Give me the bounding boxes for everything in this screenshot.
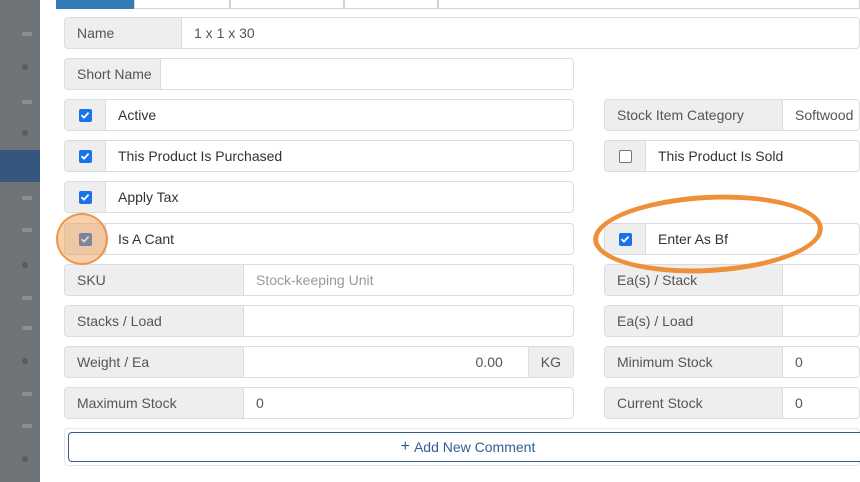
sku-input[interactable]: Stock-keeping Unit xyxy=(243,265,573,295)
maximum-stock-group: Maximum Stock 0 xyxy=(64,387,574,419)
sidebar-mark xyxy=(22,326,32,330)
add-comment-button[interactable]: + Add New Comment xyxy=(68,432,860,462)
tab[interactable] xyxy=(134,0,230,9)
is-a-cant-label: Is A Cant xyxy=(105,224,573,254)
weight-ea-label: Weight / Ea xyxy=(65,347,243,377)
purchased-group: This Product Is Purchased xyxy=(64,140,574,172)
sidebar-mark xyxy=(22,392,32,396)
add-comment-label: Add New Comment xyxy=(413,439,536,455)
weight-ea-input[interactable]: 0.00 xyxy=(243,347,528,377)
sidebar-dot xyxy=(22,130,28,136)
stock-item-category-label: Stock Item Category xyxy=(605,100,782,130)
current-stock-label: Current Stock xyxy=(605,388,782,418)
tab[interactable] xyxy=(230,0,344,9)
sidebar-mark xyxy=(22,32,32,36)
minimum-stock-group: Minimum Stock 0 xyxy=(604,346,860,378)
stacks-load-label: Stacks / Load xyxy=(65,306,243,336)
sold-checkbox-cell xyxy=(605,141,645,171)
purchased-label: This Product Is Purchased xyxy=(105,141,573,171)
sidebar-mark xyxy=(22,100,32,104)
current-stock-group: Current Stock 0 xyxy=(604,387,860,419)
stock-item-category-select[interactable]: Softwood xyxy=(782,100,859,130)
active-label: Active xyxy=(105,100,573,130)
sidebar-mark xyxy=(22,228,32,232)
stock-item-category-group: Stock Item Category Softwood xyxy=(604,99,860,131)
apply-tax-checkbox-cell xyxy=(65,182,105,212)
short-name-group: Short Name xyxy=(64,58,574,90)
eas-load-input[interactable] xyxy=(782,306,859,336)
sold-label: This Product Is Sold xyxy=(645,141,859,171)
sidebar xyxy=(0,0,40,482)
short-name-label: Short Name xyxy=(65,59,160,89)
tab-strip xyxy=(40,0,860,9)
sidebar-item-active[interactable] xyxy=(0,150,40,182)
tab[interactable] xyxy=(344,0,438,9)
sidebar-dot xyxy=(22,262,28,268)
highlight-circle xyxy=(56,213,108,265)
stacks-load-group: Stacks / Load xyxy=(64,305,574,337)
current-stock-value: 0 xyxy=(782,388,859,418)
sku-label: SKU xyxy=(65,265,243,295)
stacks-load-input[interactable] xyxy=(243,306,573,336)
is-a-cant-group: Is A Cant xyxy=(64,223,574,255)
purchased-checkbox-cell xyxy=(65,141,105,171)
weight-ea-group: Weight / Ea 0.00 KG xyxy=(64,346,574,378)
plus-icon: + xyxy=(400,438,410,455)
eas-load-label: Ea(s) / Load xyxy=(605,306,782,336)
purchased-checkbox[interactable] xyxy=(78,149,92,163)
sidebar-mark xyxy=(22,196,32,200)
sku-group: SKU Stock-keeping Unit xyxy=(64,264,574,296)
product-form: Name 1 x 1 x 30 Short Name Active This P… xyxy=(40,0,860,482)
sidebar-dot xyxy=(22,456,28,462)
tab-active[interactable] xyxy=(56,0,134,9)
minimum-stock-label: Minimum Stock xyxy=(605,347,782,377)
weight-unit-label: KG xyxy=(527,347,573,377)
apply-tax-label: Apply Tax xyxy=(105,182,573,212)
maximum-stock-label: Maximum Stock xyxy=(65,388,243,418)
eas-load-group: Ea(s) / Load xyxy=(604,305,860,337)
sold-checkbox[interactable] xyxy=(618,149,632,163)
active-checkbox-cell xyxy=(65,100,105,130)
tab[interactable] xyxy=(438,0,860,9)
sidebar-dot xyxy=(22,358,28,364)
sidebar-mark xyxy=(22,424,32,428)
apply-tax-checkbox[interactable] xyxy=(78,190,92,204)
minimum-stock-input[interactable]: 0 xyxy=(782,347,859,377)
active-group: Active xyxy=(64,99,574,131)
sold-group: This Product Is Sold xyxy=(604,140,860,172)
name-group: Name 1 x 1 x 30 xyxy=(64,17,860,49)
eas-stack-input[interactable] xyxy=(782,265,859,295)
maximum-stock-input[interactable]: 0 xyxy=(243,388,573,418)
name-input[interactable]: 1 x 1 x 30 xyxy=(181,18,859,48)
name-label: Name xyxy=(65,18,181,48)
active-checkbox[interactable] xyxy=(78,108,92,122)
sidebar-dot xyxy=(22,64,28,70)
apply-tax-group: Apply Tax xyxy=(64,181,574,213)
short-name-input[interactable] xyxy=(160,59,573,89)
sidebar-mark xyxy=(22,296,32,300)
